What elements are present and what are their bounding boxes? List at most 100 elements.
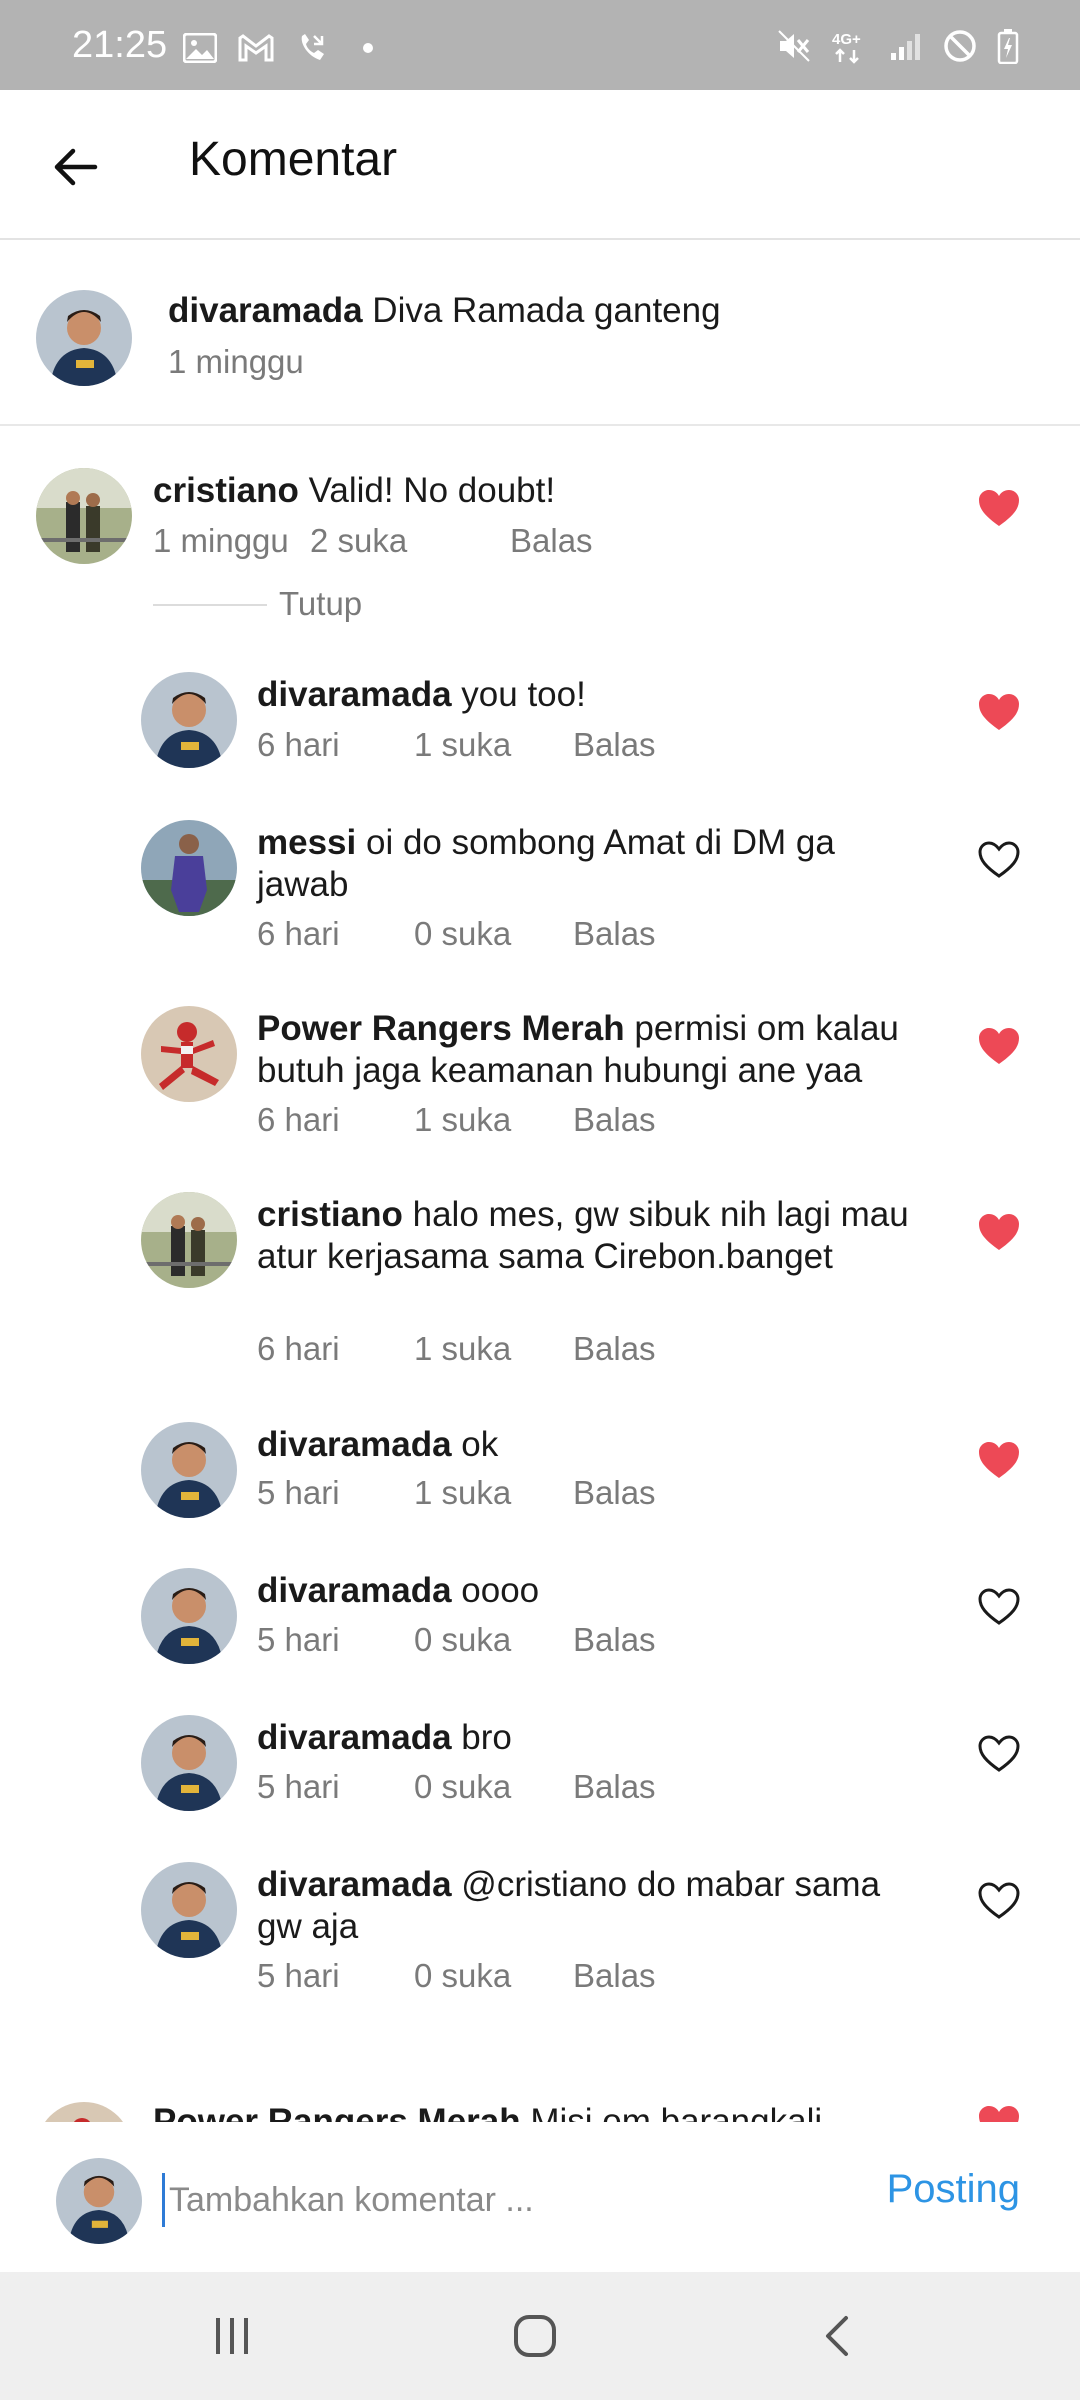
reply-time: 6 hari — [257, 1330, 340, 1367]
reply-button[interactable]: Balas — [573, 726, 656, 764]
reply-likes[interactable]: 0 suka — [414, 1621, 511, 1659]
heart-outline-icon — [978, 1588, 1020, 1625]
like-button[interactable] — [977, 1440, 1021, 1480]
back-button[interactable] — [40, 132, 110, 202]
reply-time: 5 hari — [257, 1621, 340, 1658]
post-button[interactable]: Posting — [887, 2167, 1020, 2212]
reply-time: 6 hari — [257, 915, 340, 952]
avatar[interactable] — [36, 290, 132, 386]
reply-button[interactable]: Balas — [510, 522, 593, 560]
heart-outline-icon — [978, 1735, 1020, 1772]
like-button[interactable] — [977, 692, 1021, 732]
back-icon — [826, 2316, 848, 2356]
reply-text: bro — [451, 1718, 512, 1757]
reply-username[interactable]: divaramada — [257, 1718, 452, 1757]
reply-likes[interactable]: 0 suka — [414, 915, 511, 953]
like-button[interactable] — [977, 1026, 1021, 1066]
reply-button[interactable]: Balas — [573, 1621, 656, 1659]
reply-button[interactable]: Balas — [573, 1957, 656, 1995]
reply-username[interactable]: messi — [257, 823, 356, 862]
reply-username[interactable]: Power Rangers Merah — [257, 1009, 625, 1048]
post-caption: divaramada Diva Ramada ganteng 1 minggu — [0, 240, 1080, 426]
reply-text: ok — [451, 1425, 499, 1464]
like-button[interactable] — [977, 1212, 1021, 1252]
partial-username[interactable]: Power Rangers Merah — [153, 2102, 521, 2122]
svg-text:4G+: 4G+ — [832, 31, 861, 48]
avatar[interactable] — [141, 820, 237, 916]
heart-filled-icon — [979, 490, 1019, 526]
reply-time: 5 hari — [257, 1768, 340, 1805]
image-icon — [182, 30, 218, 66]
reply-button[interactable]: Balas — [573, 1330, 656, 1368]
reply-time: 5 hari — [257, 1474, 340, 1511]
reply-time: 5 hari — [257, 1957, 340, 1994]
avatar[interactable] — [36, 2102, 132, 2122]
nav-back-button[interactable] — [808, 2306, 868, 2366]
avatar[interactable] — [141, 672, 237, 768]
reply-time: 6 hari — [257, 726, 340, 763]
reply-likes[interactable]: 1 suka — [414, 1101, 511, 1139]
avatar[interactable] — [141, 1006, 237, 1102]
partial-body: Misi om barangkali — [520, 2102, 823, 2122]
collapse-replies-button[interactable]: Tutup — [279, 585, 362, 623]
heart-filled-icon — [979, 2106, 1019, 2122]
page-title: Komentar — [189, 133, 398, 186]
reply-likes[interactable]: 1 suka — [414, 726, 511, 764]
reply-text: you too! — [451, 675, 586, 714]
home-icon — [514, 2315, 556, 2357]
home-button[interactable] — [505, 2306, 565, 2366]
dot-icon — [350, 30, 386, 66]
recent-apps-icon — [216, 2318, 248, 2354]
reply-username[interactable]: divaramada — [257, 1571, 452, 1610]
comment-time: 1 minggu — [153, 522, 289, 559]
partial-comment: Power Rangers Merah Misi om barangkali — [0, 2082, 1080, 2122]
reply-username[interactable]: divaramada — [257, 1865, 452, 1904]
avatar[interactable] — [141, 1192, 237, 1288]
like-button[interactable] — [977, 840, 1021, 880]
like-button[interactable] — [977, 488, 1021, 528]
avatar[interactable] — [141, 1715, 237, 1811]
reply-likes[interactable]: 0 suka — [414, 1957, 511, 1995]
heart-filled-icon — [979, 694, 1019, 730]
heart-outline-icon — [978, 841, 1020, 878]
reply-button[interactable]: Balas — [573, 915, 656, 953]
blocked-icon — [942, 28, 978, 64]
reply-username[interactable]: divaramada — [257, 675, 452, 714]
caption-body: Diva Ramada ganteng — [362, 291, 721, 330]
caption-username[interactable]: divaramada — [168, 291, 363, 330]
reply-likes[interactable]: 1 suka — [414, 1474, 511, 1512]
comment-input[interactable] — [162, 2173, 871, 2227]
heart-filled-icon — [979, 1442, 1019, 1478]
like-button[interactable] — [977, 1881, 1021, 1921]
caption-text: divaramada Diva Ramada ganteng — [168, 290, 988, 332]
missed-call-icon — [294, 30, 330, 66]
system-nav-bar — [0, 2272, 1080, 2400]
reply-text: oooo — [451, 1571, 540, 1610]
recent-apps-button[interactable] — [202, 2306, 262, 2366]
comment-likes[interactable]: 2 suka — [310, 522, 407, 560]
collapse-divider — [153, 604, 267, 606]
like-button[interactable] — [977, 1587, 1021, 1627]
avatar[interactable] — [141, 1422, 237, 1518]
reply-button[interactable]: Balas — [573, 1474, 656, 1512]
reply-username[interactable]: divaramada — [257, 1425, 452, 1464]
comment-username[interactable]: cristiano — [153, 471, 299, 510]
avatar[interactable] — [36, 468, 132, 564]
caption-time: 1 minggu — [168, 343, 304, 380]
heart-outline-icon — [978, 1882, 1020, 1919]
arrow-left-icon — [54, 148, 98, 186]
avatar[interactable] — [141, 1862, 237, 1958]
reply-username[interactable]: cristiano — [257, 1195, 403, 1234]
like-button[interactable] — [977, 2104, 1021, 2122]
avatar[interactable] — [141, 1568, 237, 1664]
reply-likes[interactable]: 1 suka — [414, 1330, 511, 1368]
reply-button[interactable]: Balas — [573, 1768, 656, 1806]
reply-time: 6 hari — [257, 1101, 340, 1138]
status-bar: 21:25 4G+ — [0, 0, 1080, 90]
status-time: 21:25 — [72, 24, 168, 66]
reply-button[interactable]: Balas — [573, 1101, 656, 1139]
comment-text: Valid! No doubt! — [298, 471, 556, 510]
reply-likes[interactable]: 0 suka — [414, 1768, 511, 1806]
comment-composer: Posting — [0, 2125, 1080, 2270]
like-button[interactable] — [977, 1734, 1021, 1774]
